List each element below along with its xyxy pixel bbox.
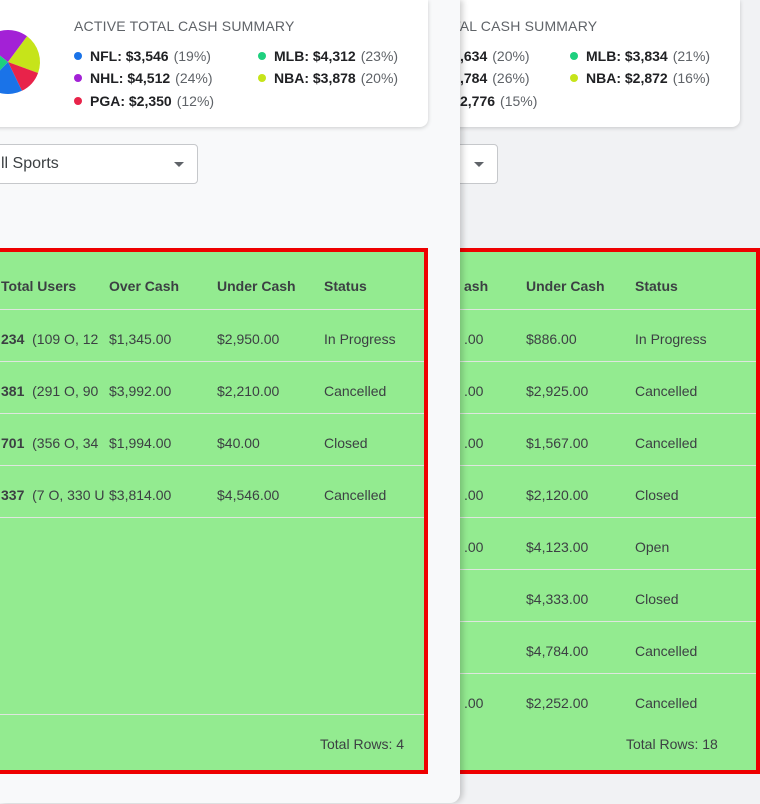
back-legend-item-5: 2,776 (15%)	[460, 93, 538, 109]
row-divider	[460, 361, 756, 362]
row-divider	[0, 413, 424, 414]
legend-item-nba: NBA: $3,878 (20%)	[258, 70, 398, 86]
legend-item-nfl: NFL: $3,546 (19%)	[74, 48, 211, 64]
cash-pie-chart	[0, 30, 40, 94]
row-divider	[460, 569, 756, 570]
front-dashboard-panel: ACTIVE TOTAL CASH SUMMARY NFL: $3,546 (19…	[0, 0, 460, 803]
back-cash-summary-card: TAL CASH SUMMARY ,634 (20%) MLB: $3,834 (2…	[460, 0, 740, 127]
sport-filter-select[interactable]: ll Sports	[0, 144, 198, 184]
nba-dot-icon	[258, 74, 266, 82]
back-data-table: ash Under Cash Status .00 $886.00 In Pro…	[460, 248, 760, 774]
header-status: Status	[324, 278, 367, 294]
back-sport-filter-select[interactable]	[460, 144, 498, 184]
nba-dot-icon	[570, 74, 578, 82]
legend-item-mlb: MLB: $4,312 (23%)	[258, 48, 398, 64]
back-legend-item-1: ,634 (20%)	[460, 48, 530, 64]
nfl-dot-icon	[74, 52, 82, 60]
front-cash-summary-card: ACTIVE TOTAL CASH SUMMARY NFL: $3,546 (19…	[0, 0, 428, 127]
row-divider	[460, 465, 756, 466]
back-legend-item-3: ,784 (26%)	[460, 70, 530, 86]
mlb-dot-icon	[570, 52, 578, 60]
header-under-cash: Under Cash	[217, 278, 296, 294]
chevron-down-icon	[474, 162, 484, 167]
header-over-cash: Over Cash	[109, 278, 180, 294]
row-divider	[460, 413, 756, 414]
pie-chart-slices	[0, 30, 40, 94]
row-divider	[0, 465, 424, 466]
legend-item-pga: PGA: $2,350 (12%)	[74, 93, 214, 109]
pga-dot-icon	[74, 97, 82, 105]
row-divider	[460, 309, 756, 310]
front-data-table: Total Users Over Cash Under Cash Status …	[0, 248, 428, 774]
back-legend-item-mlb: MLB: $3,834 (21%)	[570, 48, 710, 64]
legend-item-nhl: NHL: $4,512 (24%)	[74, 70, 213, 86]
back-header-over-cash: ash	[464, 278, 489, 294]
back-legend-item-nba: NBA: $2,872 (16%)	[570, 70, 710, 86]
mlb-dot-icon	[258, 52, 266, 60]
sport-filter-value: ll Sports	[1, 155, 59, 172]
back-dashboard-panel: TAL CASH SUMMARY ,634 (20%) MLB: $3,834 (2…	[460, 0, 760, 804]
row-divider	[0, 361, 424, 362]
chevron-down-icon	[174, 162, 184, 167]
header-total-users: Total Users	[1, 278, 77, 294]
back-summary-title: TAL CASH SUMMARY	[460, 18, 598, 34]
back-header-under-cash: Under Cash	[526, 278, 605, 294]
footer-divider	[0, 714, 424, 715]
row-divider	[460, 673, 756, 674]
front-total-rows: Total Rows: 4	[320, 736, 405, 752]
row-divider	[460, 517, 756, 518]
back-header-status: Status	[635, 278, 678, 294]
row-divider	[0, 309, 424, 310]
row-divider	[460, 621, 756, 622]
front-summary-title: ACTIVE TOTAL CASH SUMMARY	[74, 18, 295, 34]
row-divider	[0, 517, 424, 518]
back-total-rows: Total Rows: 18	[626, 736, 718, 752]
nhl-dot-icon	[74, 74, 82, 82]
